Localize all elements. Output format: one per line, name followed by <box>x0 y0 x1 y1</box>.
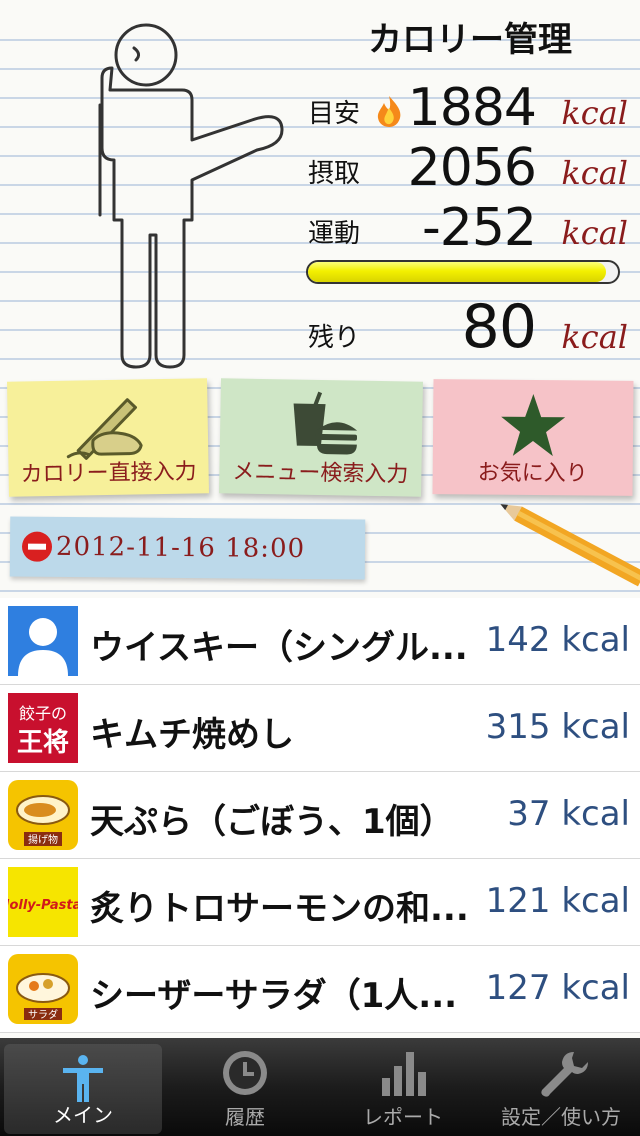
date-selector[interactable]: 2012-11-16 18:00 <box>9 516 366 580</box>
remaining-value: 80 <box>461 292 537 362</box>
tab-history[interactable]: 履歴 <box>166 1038 324 1136</box>
list-item[interactable]: Jolly-Pasta 炙りトロサーモンの和... 121 kcal <box>0 859 640 946</box>
svg-text:揚げ物: 揚げ物 <box>28 833 58 846</box>
target-label: 目安 <box>308 99 361 129</box>
user-avatar-icon <box>8 606 78 676</box>
no-entry-icon <box>21 531 53 562</box>
intake-calorie-row: 摂取 2056 kcal <box>308 138 628 198</box>
intake-unit: kcal <box>561 154 628 192</box>
svg-text:Jolly-Pasta: Jolly-Pasta <box>8 898 78 913</box>
jolly-pasta-logo: Jolly-Pasta <box>8 867 78 937</box>
tab-bar: メイン 履歴 レポート 設定／使い方 <box>0 1038 640 1136</box>
tab-main[interactable]: メイン <box>4 1044 162 1134</box>
list-item[interactable]: ウイスキー（シングル... 142 kcal <box>0 598 640 685</box>
flame-icon <box>377 96 401 127</box>
writing-hand-icon <box>66 398 143 460</box>
svg-text:サラダ: サラダ <box>28 1008 58 1021</box>
clock-icon <box>223 1051 267 1095</box>
exercise-unit: kcal <box>561 214 628 252</box>
entry-kcal: 121 kcal <box>485 881 630 921</box>
entry-kcal: 37 kcal <box>507 794 630 834</box>
bar-chart-icon <box>382 1052 426 1096</box>
menu-search-button[interactable]: メニュー検索入力 <box>219 378 423 497</box>
remaining-calorie-row: 残り 80 kcal <box>308 292 628 362</box>
date-text: 2012-11-16 18:00 <box>55 531 306 565</box>
tab-report[interactable]: レポート <box>324 1038 482 1136</box>
stick-figure-illustration <box>98 23 284 369</box>
entry-name: 炙りトロサーモンの和... <box>90 889 469 929</box>
remaining-label: 残り <box>308 323 361 353</box>
progress-fill <box>308 262 606 282</box>
salad-icon: サラダ <box>8 954 78 1024</box>
direct-input-button[interactable]: カロリー直接入力 <box>7 378 209 497</box>
gyoza-no-ohsho-logo: 餃子の 王将 <box>8 693 78 763</box>
exercise-value: -252 <box>421 198 537 258</box>
pencil-decoration <box>500 504 640 587</box>
target-unit: kcal <box>561 94 628 132</box>
fast-food-icon <box>293 391 358 455</box>
star-icon <box>501 394 566 457</box>
entry-name: ウイスキー（シングル... <box>90 628 468 668</box>
exercise-label: 運動 <box>308 219 361 249</box>
calorie-progress-bar <box>306 260 620 284</box>
list-item[interactable]: 揚げ物 天ぷら（ごぼう、1個） 37 kcal <box>0 772 640 859</box>
list-item[interactable]: 餃子の 王将 キムチ焼めし 315 kcal <box>0 685 640 772</box>
entry-kcal: 127 kcal <box>485 968 630 1008</box>
fried-food-icon: 揚げ物 <box>8 780 78 850</box>
page-title: カロリー管理 <box>368 20 572 60</box>
intake-label: 摂取 <box>308 159 361 189</box>
tab-settings-label: 設定／使い方 <box>501 1105 621 1129</box>
entry-kcal: 142 kcal <box>485 620 630 660</box>
tab-main-label: メイン <box>53 1103 113 1127</box>
meal-entry-list: ウイスキー（シングル... 142 kcal 餃子の 王将 キムチ焼めし 315… <box>0 598 640 1033</box>
wrench-icon <box>541 1052 588 1097</box>
tab-report-label: レポート <box>363 1105 443 1129</box>
tab-settings[interactable]: 設定／使い方 <box>482 1038 640 1136</box>
target-value: 1884 <box>407 78 537 138</box>
intake-value: 2056 <box>407 138 537 198</box>
svg-text:餃子の: 餃子の <box>19 704 67 723</box>
target-calorie-row: 目安 1884 kcal <box>308 78 628 138</box>
list-item[interactable]: サラダ シーザーサラダ（1人... 127 kcal <box>0 946 640 1033</box>
favorites-button[interactable]: お気に入り <box>432 379 634 496</box>
person-icon <box>63 1055 103 1102</box>
entry-name: キムチ焼めし <box>90 715 294 755</box>
entry-name: 天ぷら（ごぼう、1個） <box>90 802 454 842</box>
entry-kcal: 315 kcal <box>485 707 630 747</box>
svg-text:王将: 王将 <box>17 728 69 758</box>
tab-history-label: 履歴 <box>225 1105 265 1129</box>
exercise-calorie-row: 運動 -252 kcal <box>308 198 628 258</box>
entry-name: シーザーサラダ（1人... <box>90 976 458 1016</box>
remaining-unit: kcal <box>561 318 628 356</box>
